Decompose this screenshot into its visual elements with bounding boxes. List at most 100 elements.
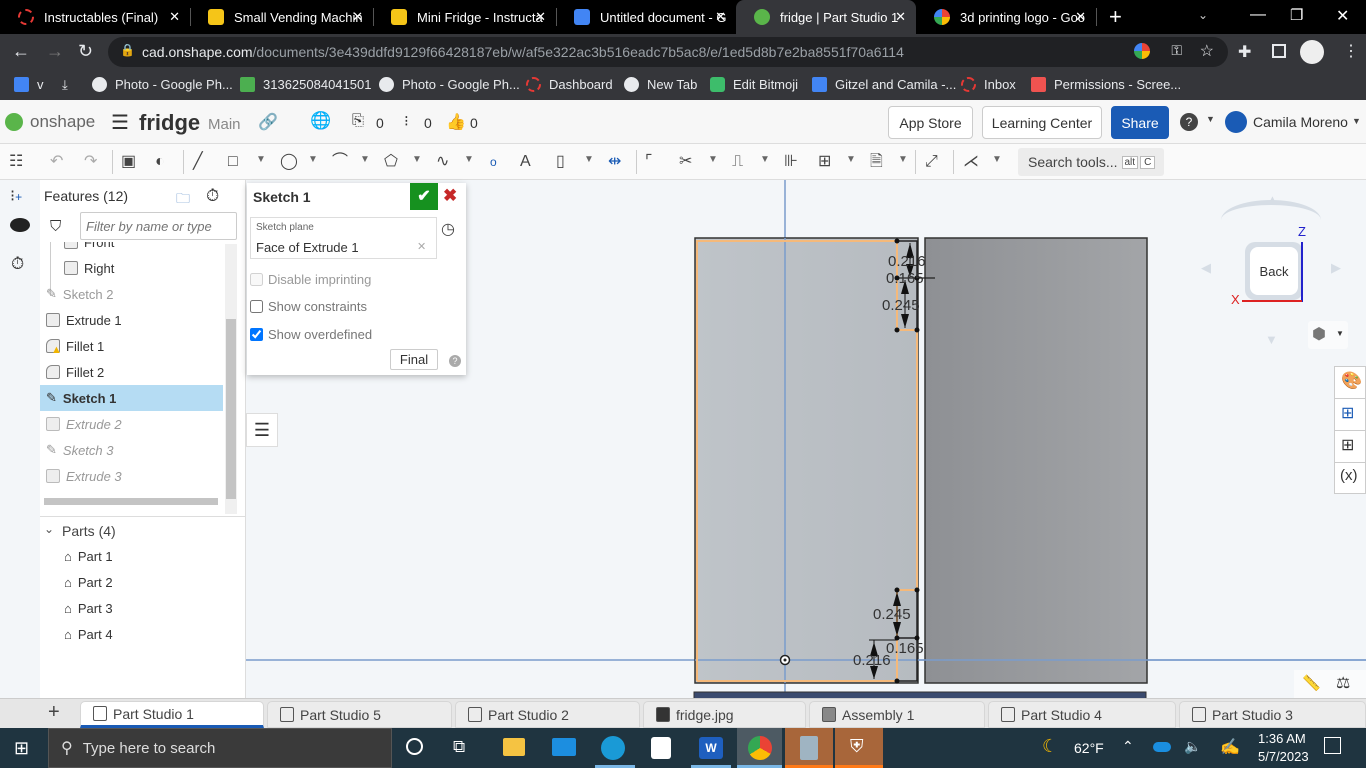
document-tab[interactable]: fridge.jpg xyxy=(643,701,806,728)
document-tab[interactable]: Part Studio 2 xyxy=(455,701,640,728)
feature-item[interactable]: ✎ Sketch 2 xyxy=(40,281,223,307)
close-tab-icon[interactable]: ✕ xyxy=(715,9,726,25)
chevron-down-icon[interactable]: ▼ xyxy=(464,154,474,165)
globe-public-icon[interactable]: 🌐 xyxy=(310,111,331,131)
trim-tool-icon[interactable]: ✂ xyxy=(679,152,692,172)
close-tab-icon[interactable]: ✕ xyxy=(169,9,180,25)
side-panel-icon[interactable] xyxy=(1272,44,1286,58)
user-avatar-icon[interactable] xyxy=(1225,111,1247,133)
undo-icon[interactable]: ↶ xyxy=(50,152,63,172)
feature-list-panel-icon[interactable]: ☰ xyxy=(246,413,278,447)
part-item[interactable]: ⌂ Part 4 xyxy=(40,621,223,647)
close-window-icon[interactable]: ✕ xyxy=(1336,6,1349,26)
minimize-icon[interactable]: — xyxy=(1250,6,1266,24)
dimension-label[interactable]: 0.165 xyxy=(886,640,924,657)
chevron-down-icon[interactable]: ▼ xyxy=(846,154,856,165)
feature-item-selected[interactable]: ✎ Sketch 1 xyxy=(40,385,223,411)
rotate-right-icon[interactable]: ▶ xyxy=(1331,260,1341,276)
part-item[interactable]: ⌂ Part 2 xyxy=(40,569,223,595)
feature-item[interactable]: ✎ Sketch 3 xyxy=(40,437,223,463)
cancel-x-button[interactable]: ✖ xyxy=(443,186,457,206)
user-dropdown-icon[interactable]: ▼ xyxy=(1352,116,1361,126)
part-item[interactable]: ⌂ Part 3 xyxy=(40,595,223,621)
document-tab[interactable]: Part Studio 5 xyxy=(267,701,452,728)
insert-feature-icon[interactable]: ⁝+ xyxy=(10,186,22,206)
menu-kebab-icon[interactable]: ⋮ xyxy=(1343,41,1359,61)
feature-item[interactable]: Extrude 2 xyxy=(40,411,223,437)
search-tools-input[interactable]: Search tools... alt C xyxy=(1018,148,1164,176)
chevron-down-icon[interactable]: ▼ xyxy=(360,154,370,165)
weather-moon-icon[interactable]: ☾ xyxy=(1042,736,1058,757)
bookmark[interactable]: Dashboard xyxy=(526,77,613,92)
rectangle-tool-icon[interactable]: □ xyxy=(228,152,238,172)
bookmark[interactable]: New Tab xyxy=(624,77,697,92)
word-icon[interactable]: W xyxy=(699,737,723,759)
chevron-down-icon[interactable]: ▼ xyxy=(412,154,422,165)
filter-icon[interactable]: ⛉ xyxy=(50,218,61,235)
feature-item[interactable]: Front xyxy=(40,242,223,255)
cortana-icon[interactable] xyxy=(406,738,423,755)
browser-tab[interactable]: Small Vending Machin ✕ xyxy=(190,0,373,34)
document-tab[interactable]: Part Studio 4 xyxy=(988,701,1176,728)
rotate-arc-icon[interactable] xyxy=(1221,200,1321,240)
rollback-timer-icon[interactable]: ⏱ xyxy=(206,186,219,206)
microsoft-store-icon[interactable] xyxy=(651,737,671,759)
configurations-icon[interactable]: ⊞ xyxy=(1341,435,1354,455)
restore-icon[interactable]: ❐ xyxy=(1290,6,1303,24)
bom-cube-icon[interactable]: ⊞ xyxy=(1341,403,1354,423)
calculator-taskbar-button[interactable] xyxy=(785,728,833,768)
fillet-sketch-icon[interactable]: ⌜ xyxy=(645,152,653,172)
app-store-button[interactable]: App Store xyxy=(888,106,973,139)
dimension-tool-icon[interactable]: ⤢ xyxy=(925,152,938,172)
chevron-down-icon[interactable]: ▼ xyxy=(308,154,318,165)
forward-icon[interactable]: → xyxy=(46,41,64,62)
tab-search-icon[interactable]: ⌄ xyxy=(1198,8,1208,22)
weather-temp[interactable]: 62°F xyxy=(1074,740,1104,756)
circle-tool-icon[interactable]: ◯ xyxy=(280,152,298,172)
document-tab[interactable]: Assembly 1 xyxy=(809,701,985,728)
accept-check-button[interactable]: ✔ xyxy=(410,183,438,210)
security-taskbar-button[interactable]: ⛨ xyxy=(835,728,883,768)
view-cube-face[interactable]: Back xyxy=(1245,242,1303,300)
polygon-tool-icon[interactable]: ⬠ xyxy=(384,152,398,172)
mail-icon[interactable] xyxy=(552,738,576,756)
document-tab-active[interactable]: Part Studio 1 xyxy=(80,701,264,728)
feature-filter-input[interactable] xyxy=(80,212,237,240)
extensions-icon[interactable]: ✚ xyxy=(1238,42,1251,62)
new-tab-button[interactable]: + xyxy=(1109,4,1122,30)
horizontal-scrollbar[interactable] xyxy=(44,498,218,505)
spline-tool-icon[interactable]: ∿ xyxy=(436,152,449,172)
learning-center-button[interactable]: Learning Center xyxy=(982,106,1102,139)
feature-list-toggle-icon[interactable]: ☷ xyxy=(9,152,23,172)
document-tab[interactable]: Part Studio 3 xyxy=(1179,701,1366,728)
midpoint-line-icon[interactable]: ⇹ xyxy=(608,152,621,172)
hamburger-menu-icon[interactable]: ☰ xyxy=(111,110,129,135)
branch-name[interactable]: Main xyxy=(208,116,241,133)
share-button[interactable]: Share xyxy=(1111,106,1169,139)
extrude-tool-icon[interactable]: ▣ xyxy=(121,152,136,172)
link-icon[interactable]: 🔗 xyxy=(258,112,278,132)
sketch-plane-field[interactable]: Sketch plane Face of Extrude 1 ✕ xyxy=(250,217,437,259)
clear-icon[interactable]: ✕ xyxy=(417,240,426,253)
show-hidden-icons[interactable]: ⌃ xyxy=(1122,738,1134,755)
profile-avatar[interactable] xyxy=(1300,40,1324,64)
show-constraints-checkbox[interactable]: Show constraints xyxy=(250,299,367,314)
text-tool-icon[interactable]: A xyxy=(520,152,531,172)
notifications-icon[interactable] xyxy=(1324,737,1341,754)
redo-icon[interactable]: ↷ xyxy=(84,152,97,172)
chevron-down-icon[interactable]: ▼ xyxy=(898,154,908,165)
feature-item[interactable]: Fillet 2 xyxy=(40,359,223,385)
volume-icon[interactable]: 🔈 xyxy=(1184,738,1201,755)
bookmark-star-icon[interactable]: ☆ xyxy=(1200,41,1214,61)
onshape-logo-text[interactable]: onshape xyxy=(30,112,95,132)
edge-icon[interactable] xyxy=(601,736,625,760)
file-explorer-icon[interactable] xyxy=(503,738,525,756)
parts-title[interactable]: Parts (4) xyxy=(62,523,116,539)
line-tool-icon[interactable]: ╱ xyxy=(193,152,203,172)
chevron-down-icon[interactable]: ▼ xyxy=(256,154,266,165)
key-icon[interactable]: ⚿ xyxy=(1171,42,1182,59)
parts-collapse-icon[interactable]: ⌄ xyxy=(44,522,54,536)
mass-properties-icon[interactable]: ⚖ xyxy=(1336,673,1350,693)
pen-icon[interactable]: ✍ xyxy=(1220,737,1240,757)
dimension-label[interactable]: 0.245 xyxy=(882,297,920,314)
